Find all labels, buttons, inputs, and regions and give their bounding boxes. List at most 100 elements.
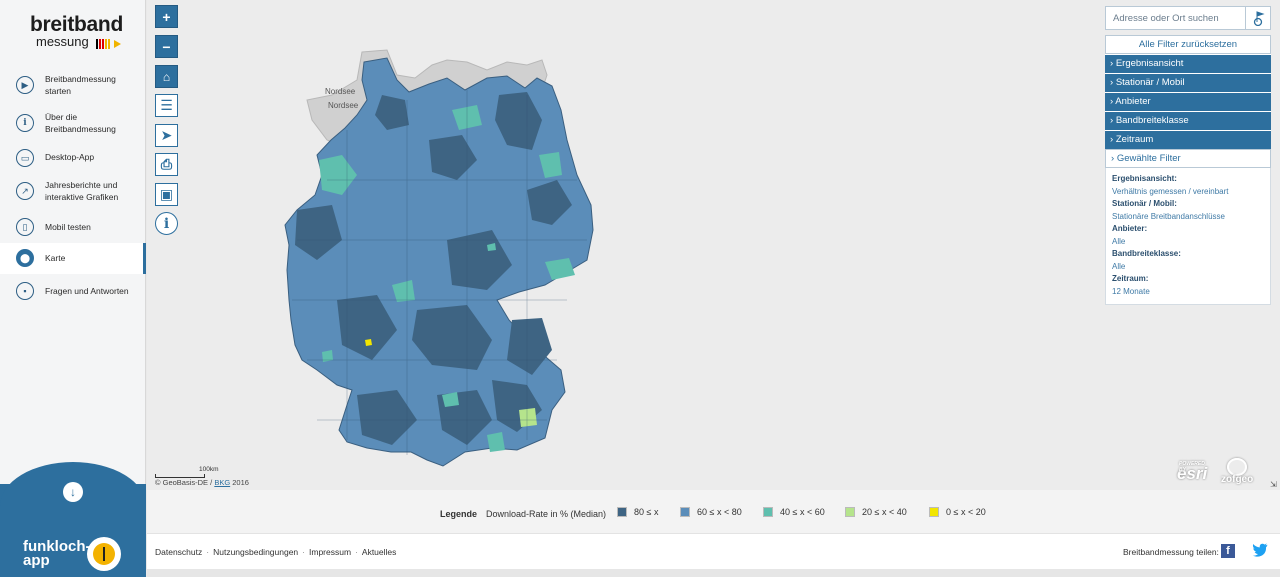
twitter-icon[interactable]: [1252, 543, 1268, 559]
legend: Legende Download-Rate in % (Median) 80 ≤…: [147, 490, 1280, 533]
logo-arrow: [114, 40, 121, 48]
floppy-icon: ▣: [159, 186, 174, 202]
filter-label: Stationär / Mobil: [1115, 77, 1185, 88]
sidebar-item-desktop-app[interactable]: ▭ Desktop-App: [0, 148, 146, 168]
esri-powered: POWERED BY: [1179, 461, 1205, 473]
selected-filters-header[interactable]: › Gewählte Filter: [1105, 149, 1271, 168]
bkg-link[interactable]: BKG: [214, 478, 230, 487]
sidebar-item-faq[interactable]: ▪ Fragen und Antworten: [0, 281, 146, 301]
share-label: Breitbandmessung teilen:: [1123, 547, 1219, 557]
filter-panel: Alle Filter zurücksetzen › Ergebnisansic…: [1105, 35, 1271, 305]
bottom-strip: [147, 569, 1280, 577]
filter-anbieter[interactable]: › Anbieter: [1105, 92, 1271, 111]
funkloch-app-panel[interactable]: ↓ funkloch-app: [0, 462, 146, 577]
selected-value: Verhältnis gemessen / vereinbart: [1112, 187, 1229, 196]
home-button[interactable]: ⌂: [155, 65, 178, 88]
filter-stationaer-mobil[interactable]: › Stationär / Mobil: [1105, 73, 1271, 92]
sidebar-item-label: Desktop-App: [45, 152, 95, 162]
monitor-icon: ▭: [16, 149, 34, 167]
reset-filters-button[interactable]: Alle Filter zurücksetzen: [1105, 35, 1271, 54]
chart-icon: ↗: [16, 182, 34, 200]
sliders-icon: ☰: [160, 97, 173, 113]
logo[interactable]: breitband messung: [20, 14, 130, 54]
selected-value: Stationäre Breitbandanschlüsse: [1112, 212, 1225, 221]
filter-label: Anbieter: [1115, 96, 1151, 107]
attribution-text: © GeoBasis-DE /: [155, 478, 213, 487]
legend-label: 40 ≤ x < 60: [780, 507, 825, 517]
sidebar-item-label: Breitbandmessung starten: [45, 74, 116, 96]
flag-pin-icon: [1253, 11, 1265, 26]
selected-key: Anbieter:: [1112, 224, 1148, 233]
selected-key: Zeitraum:: [1112, 274, 1149, 283]
sidebar-item-label: Über die Breitbandmessung: [45, 112, 116, 134]
scale-bar: 100km: [155, 466, 219, 478]
sidebar-item-reports[interactable]: ↗ Jahresberichte und interaktive Grafike…: [0, 178, 146, 204]
footer-link-datenschutz[interactable]: Datenschutz: [155, 547, 202, 557]
selected-filters-title: Gewählte Filter: [1116, 153, 1181, 164]
legend-label: 80 ≤ x: [634, 507, 659, 517]
legend-swatch: [929, 507, 939, 517]
filter-label: Ergebnisansicht: [1115, 58, 1184, 69]
search-button[interactable]: [1245, 7, 1270, 29]
info-icon: i: [16, 114, 34, 132]
filter-label: Zeitraum: [1115, 134, 1154, 145]
footer-link-nutzungsbedingungen[interactable]: Nutzungsbedingungen: [213, 547, 298, 557]
filter-settings-button[interactable]: ☰: [155, 94, 178, 117]
filter-ergebnisansicht[interactable]: › Ergebnisansicht: [1105, 54, 1271, 73]
legend-title: Legende: [440, 509, 478, 519]
logo-line1: breitband: [30, 13, 123, 36]
legend-item: 40 ≤ x < 60: [763, 507, 825, 517]
legend-label: 20 ≤ x < 40: [862, 507, 907, 517]
legend-item: 60 ≤ x < 80: [680, 507, 742, 517]
attribution-year: 2016: [232, 478, 249, 487]
play-icon: ▶: [16, 76, 34, 94]
search-box: [1105, 6, 1271, 30]
sidebar-item-mobile[interactable]: ▯ Mobil testen: [0, 217, 146, 237]
arrow-down-icon[interactable]: ↓: [63, 482, 83, 502]
filter-bandbreiteklasse[interactable]: › Bandbreiteklasse: [1105, 111, 1271, 130]
zofgeo-text: zofgeo: [1221, 474, 1254, 485]
sidebar-item-start[interactable]: ▶ Breitbandmessung starten: [0, 72, 146, 98]
selected-value: Alle: [1112, 237, 1126, 246]
legend-swatch: [845, 507, 855, 517]
map-view[interactable]: Nordsee Nordsee + − ⌂ ☰ ➤ ⎙ ▣ i 100km © …: [147, 0, 1280, 490]
sidebar-item-karte[interactable]: ⬤ Karte: [0, 243, 146, 274]
facebook-icon[interactable]: f: [1221, 544, 1235, 558]
legend-label: 0 ≤ x < 20: [946, 507, 986, 517]
legend-item: 0 ≤ x < 20: [929, 507, 986, 517]
printer-icon: ⎙: [160, 156, 173, 172]
search-input[interactable]: [1106, 7, 1242, 29]
selected-filters-list: Ergebnisansicht: Verhältnis gemessen / v…: [1105, 168, 1271, 305]
esri-logo: POWERED BY esri: [1177, 461, 1207, 484]
selected-value: 12 Monate: [1112, 287, 1150, 296]
sidebar-item-label: Fragen und Antworten: [45, 286, 129, 296]
save-button[interactable]: ▣: [155, 183, 178, 206]
selected-key: Bandbreiteklasse:: [1112, 249, 1181, 258]
footer-links: Datenschutz · Nutzungsbedingungen · Impres…: [155, 547, 397, 557]
selected-value: Alle: [1112, 262, 1126, 271]
location-arrow-icon: ➤: [160, 127, 173, 143]
legend-label: 60 ≤ x < 80: [697, 507, 742, 517]
locate-button[interactable]: ➤: [155, 124, 178, 147]
attribution: © GeoBasis-DE / BKG 2016: [155, 478, 249, 487]
filter-zeitraum[interactable]: › Zeitraum: [1105, 130, 1271, 149]
logo-line2: messung: [36, 34, 89, 49]
print-button[interactable]: ⎙: [155, 153, 178, 176]
funkloch-title: funkloch-app: [23, 538, 91, 569]
info-button[interactable]: i: [155, 212, 178, 235]
footer-link-impressum[interactable]: Impressum: [309, 547, 351, 557]
legend-subtitle: Download-Rate in % (Median): [486, 509, 607, 519]
footer-link-aktuelles[interactable]: Aktuelles: [362, 547, 397, 557]
sidebar-item-label: Karte: [45, 253, 66, 263]
zoom-out-button[interactable]: −: [155, 35, 178, 58]
zofgeo-logo: zofgeo: [1219, 458, 1259, 486]
home-icon: ⌂: [162, 69, 171, 84]
selected-key: Stationär / Mobil:: [1112, 199, 1177, 208]
zoom-in-button[interactable]: +: [155, 5, 178, 28]
selected-key: Ergebnisansicht:: [1112, 174, 1177, 183]
sidebar: breitband messung ▶ Breitbandmessung sta…: [0, 0, 146, 577]
resize-icon[interactable]: ⇲: [1270, 480, 1277, 489]
sidebar-item-about[interactable]: i Über die Breitbandmessung: [0, 110, 146, 136]
legend-item: 80 ≤ x: [617, 507, 658, 517]
legend-swatch: [617, 507, 627, 517]
